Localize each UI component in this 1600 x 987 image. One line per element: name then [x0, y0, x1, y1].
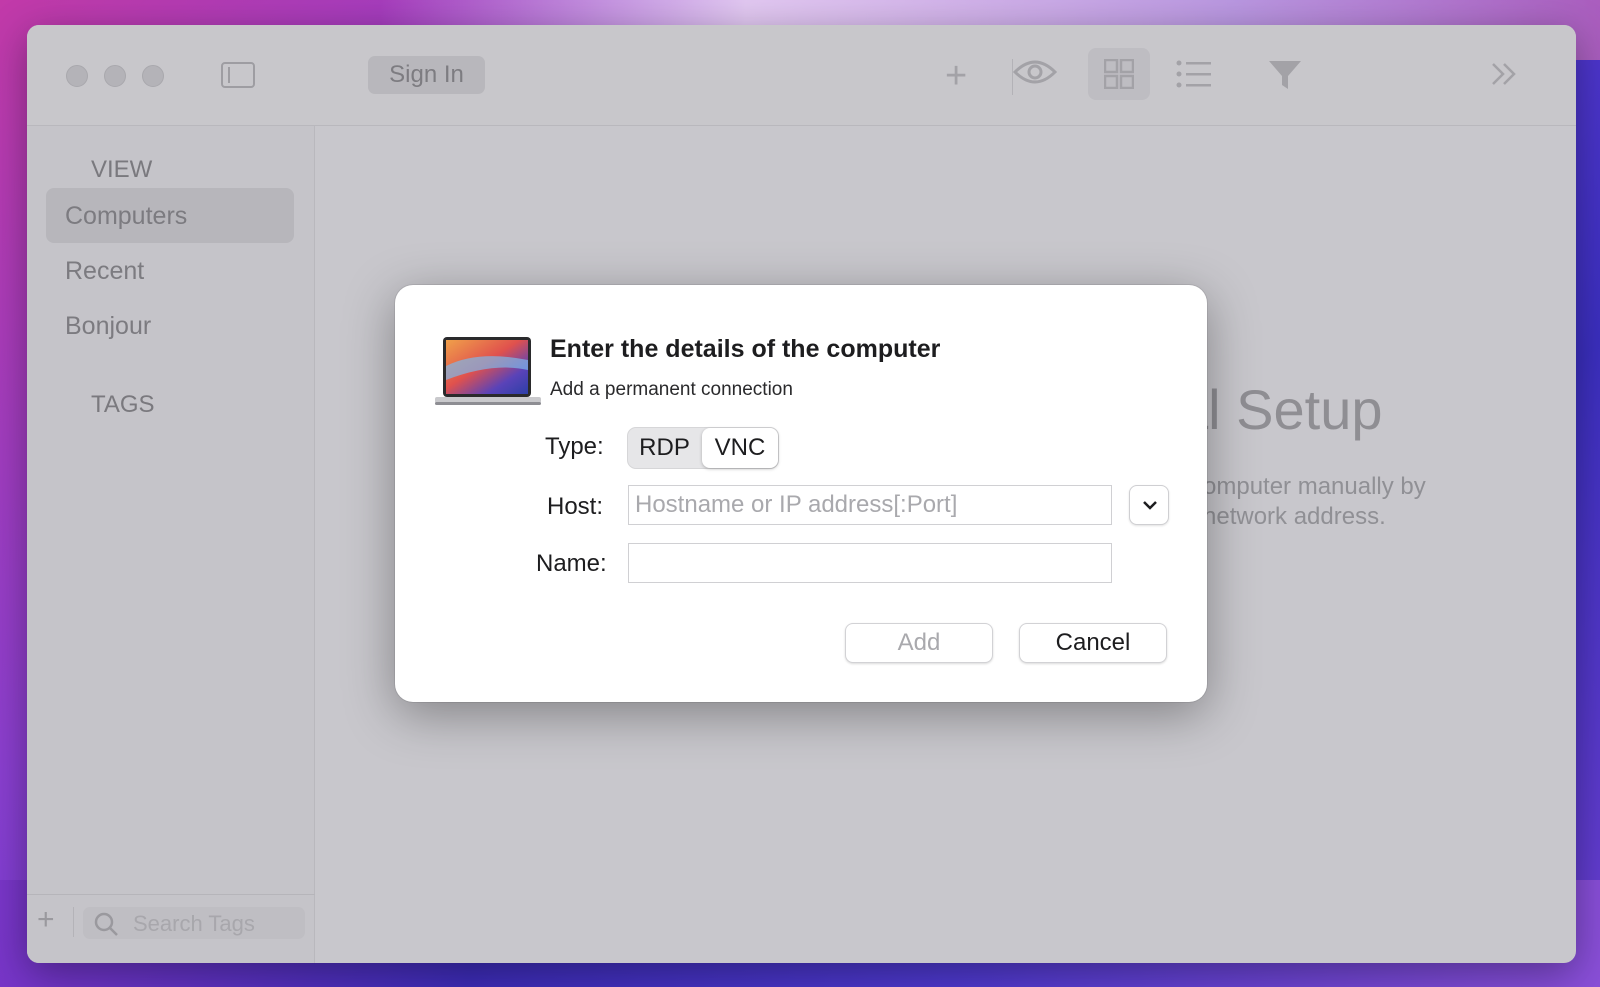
type-option-vnc[interactable]: VNC [702, 428, 778, 468]
host-label: Host: [547, 493, 604, 520]
sidebar-item-recent[interactable]: Recent [65, 257, 144, 286]
empty-state-description: omputer manually by network address. [1203, 473, 1426, 530]
type-label: Type: [545, 433, 604, 460]
plus-icon[interactable]: + [945, 57, 967, 95]
sidebar-toggle-icon[interactable] [221, 62, 255, 88]
view-section-heading: VIEW [91, 156, 153, 183]
tags-section-heading: TAGS [91, 391, 155, 418]
add-tag-icon[interactable]: + [37, 905, 55, 935]
type-option-rdp[interactable]: RDP [628, 428, 701, 468]
zoom-window-button[interactable] [142, 65, 164, 87]
eye-icon[interactable] [1013, 57, 1057, 87]
sidebar: VIEW Computers Recent Bonjour TAGS + Sea… [27, 126, 315, 963]
minimize-window-button[interactable] [104, 65, 126, 87]
sidebar-item-bonjour[interactable]: Bonjour [65, 312, 151, 341]
dialog-subtitle: Add a permanent connection [550, 379, 793, 400]
grid-icon[interactable] [1104, 59, 1134, 89]
name-input[interactable] [628, 543, 1112, 583]
toolbar: Sign In + [27, 25, 1576, 126]
sign-in-button[interactable]: Sign In [368, 56, 485, 94]
search-icon [94, 912, 118, 936]
connection-type-segmented-control: RDP VNC [627, 427, 779, 469]
filter-icon[interactable] [1267, 59, 1303, 91]
name-label: Name: [536, 550, 607, 577]
host-history-dropdown[interactable] [1129, 485, 1169, 525]
close-window-button[interactable] [66, 65, 88, 87]
tag-search-placeholder: Search Tags [133, 911, 255, 936]
chevron-down-icon [1143, 501, 1157, 510]
footer-divider [73, 907, 74, 937]
list-icon[interactable] [1176, 59, 1212, 89]
laptop-icon [435, 337, 541, 405]
cancel-button[interactable]: Cancel [1019, 623, 1167, 663]
add-button[interactable]: Add [845, 623, 993, 663]
dialog-title: Enter the details of the computer [550, 335, 941, 363]
sidebar-item-computers[interactable]: Computers [65, 202, 187, 231]
host-input[interactable] [628, 485, 1112, 525]
tag-search-input[interactable]: Search Tags [83, 907, 305, 939]
sidebar-footer: + Search Tags [27, 894, 315, 944]
add-computer-dialog: Enter the details of the computer Add a … [395, 285, 1207, 702]
chevron-double-right-icon[interactable] [1489, 59, 1519, 89]
empty-state-title: al Setup [1177, 378, 1383, 441]
